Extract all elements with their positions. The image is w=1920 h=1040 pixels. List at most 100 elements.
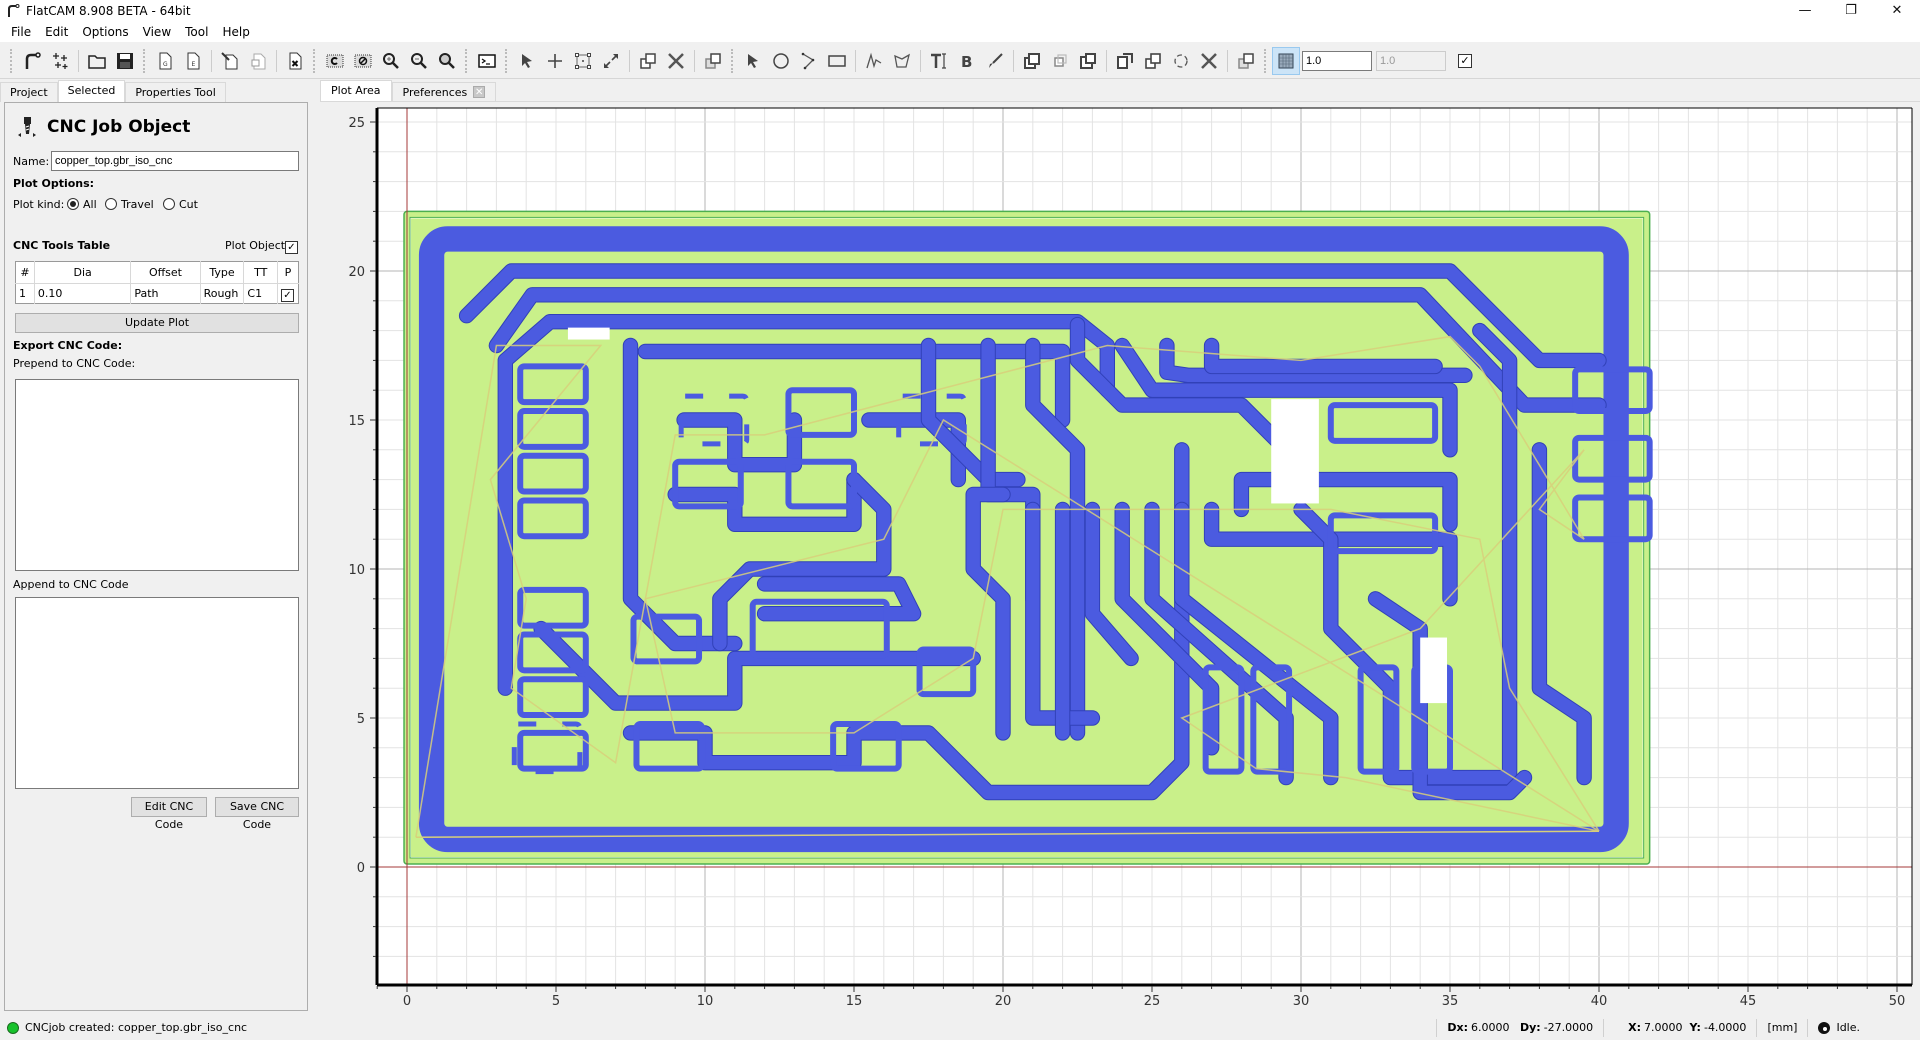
shell-button[interactable]	[473, 47, 501, 75]
union-button[interactable]	[1018, 47, 1046, 75]
rectangle-button[interactable]	[823, 47, 851, 75]
toolbar-grip[interactable]	[731, 48, 735, 73]
x-tick-label: 40	[1591, 994, 1608, 1009]
select-button[interactable]	[513, 47, 541, 75]
row-plot-checkbox[interactable]: ✓	[280, 288, 294, 302]
menu-view[interactable]: View	[136, 25, 178, 39]
panel-title: CNC Job Object	[47, 117, 191, 137]
tab-selected[interactable]: Selected	[57, 80, 126, 102]
text-button[interactable]	[925, 47, 953, 75]
y-tick-label: 25	[348, 116, 365, 131]
shell-icon	[478, 53, 496, 68]
radio-cut[interactable]	[163, 198, 175, 210]
append-textarea[interactable]	[15, 597, 299, 789]
clear-plot-button[interactable]	[349, 47, 377, 75]
tab-plot-area[interactable]: Plot Area	[320, 80, 392, 102]
arc-icon	[801, 52, 815, 69]
move-shape-button[interactable]	[1232, 47, 1260, 75]
paint-button[interactable]	[981, 47, 1009, 75]
plot-canvas[interactable]: 0 5 10 15 20 25 30 35 40 45 50 0 5 10 15 20 25	[320, 102, 1920, 1012]
arc-button[interactable]	[795, 47, 823, 75]
toolbar-grip[interactable]	[143, 48, 147, 73]
replot-button[interactable]	[321, 47, 349, 75]
toolbar-grip[interactable]	[1264, 48, 1268, 73]
cell-plot[interactable]: ✓	[277, 284, 298, 304]
table-row[interactable]: 1 0.10 Path Rough C1 ✓	[15, 283, 299, 304]
x-tick-label: 30	[1293, 994, 1310, 1009]
grid-lock-checkbox[interactable]: ✓	[1458, 53, 1472, 68]
select-shape-button[interactable]	[739, 47, 767, 75]
save-button[interactable]	[111, 47, 139, 75]
move-icon	[705, 52, 721, 69]
move-button[interactable]	[699, 47, 727, 75]
delete-object-button[interactable]	[281, 47, 309, 75]
polygon-button[interactable]	[888, 47, 916, 75]
intersection-button[interactable]	[1046, 47, 1074, 75]
menu-edit[interactable]: Edit	[38, 25, 75, 39]
zoom-in-button[interactable]	[377, 47, 405, 75]
left-notebook-tabs: Project Selected Properties Tool	[0, 80, 226, 102]
open-button[interactable]	[83, 47, 111, 75]
cut-button[interactable]	[1111, 47, 1139, 75]
paint-icon	[989, 52, 1003, 68]
object-name-input[interactable]	[51, 151, 299, 171]
close-tab-icon[interactable]: ✕	[473, 86, 486, 98]
paste-object-button[interactable]	[244, 47, 272, 75]
selected-panel: CNC Job Object Name: Plot Options: Plot …	[4, 102, 308, 1011]
toolbar-grip[interactable]	[505, 48, 509, 73]
rotate-button[interactable]	[1167, 47, 1195, 75]
tab-project[interactable]: Project	[0, 82, 58, 102]
snap-grid-button[interactable]	[1272, 46, 1300, 75]
svg-text:G: G	[163, 61, 168, 68]
toolbar-grip[interactable]	[10, 48, 14, 73]
restore-button[interactable]: ❐	[1828, 0, 1874, 22]
toolbar-grip[interactable]	[313, 48, 317, 73]
edit-cnc-code-button[interactable]: Edit CNC Code	[131, 797, 207, 831]
toolbar-grip[interactable]	[465, 48, 469, 73]
buffer-button[interactable]: B	[953, 47, 981, 75]
delete-button[interactable]	[662, 47, 690, 75]
tab-properties-tool[interactable]: Properties Tool	[125, 82, 226, 102]
radio-travel[interactable]	[105, 198, 117, 210]
grid-x-input[interactable]	[1302, 50, 1372, 71]
save-cnc-code-button[interactable]: Save CNC Code	[215, 797, 299, 831]
radio-travel-label: Travel	[121, 198, 154, 211]
plot-area[interactable]: 0 5 10 15 20 25 30 35 40 45 50 0 5 10 15 20 25	[320, 101, 1920, 1011]
new-project-button[interactable]	[18, 47, 46, 75]
menu-file[interactable]: File	[4, 25, 38, 39]
new-geometry-button[interactable]	[46, 47, 74, 75]
menu-options[interactable]: Options	[75, 25, 135, 39]
copy-button[interactable]	[634, 47, 662, 75]
subtraction-button[interactable]	[1074, 47, 1102, 75]
grid-y-input[interactable]	[1376, 50, 1446, 71]
open-gcode-button[interactable]: G	[151, 47, 179, 75]
plot-kind-travel[interactable]: Travel	[105, 198, 154, 211]
plot-kind-cut[interactable]: Cut	[163, 198, 198, 211]
edit-object-button[interactable]	[216, 47, 244, 75]
zoom-fit-button[interactable]	[433, 47, 461, 75]
replot-icon	[326, 54, 344, 67]
delete-shape-button[interactable]	[1195, 47, 1223, 75]
menu-tool[interactable]: Tool	[178, 25, 215, 39]
circle-button[interactable]	[767, 47, 795, 75]
minimize-button[interactable]: —	[1782, 0, 1828, 22]
x-tick-label: 50	[1889, 994, 1906, 1009]
y-tick-label: 15	[348, 414, 365, 429]
close-button[interactable]: ✕	[1874, 0, 1920, 22]
update-plot-button[interactable]: Update Plot	[15, 313, 299, 333]
add-point-button[interactable]	[541, 47, 569, 75]
copy-shape-button[interactable]	[1139, 47, 1167, 75]
tab-preferences[interactable]: Preferences ✕	[391, 82, 497, 102]
cell-type: Rough	[200, 283, 245, 304]
menu-help[interactable]: Help	[215, 25, 256, 39]
prepend-textarea[interactable]	[15, 379, 299, 571]
open-excellon-button[interactable]: E	[179, 47, 207, 75]
plot-object-checkbox[interactable]: ✓	[285, 238, 298, 254]
zoom-out-button[interactable]	[405, 47, 433, 75]
path-button[interactable]	[860, 47, 888, 75]
subtraction-icon	[1080, 52, 1096, 69]
add-array-button[interactable]	[569, 47, 597, 75]
plot-kind-all[interactable]: All	[67, 198, 97, 211]
radio-all[interactable]	[67, 198, 79, 210]
resize-button[interactable]	[597, 47, 625, 75]
